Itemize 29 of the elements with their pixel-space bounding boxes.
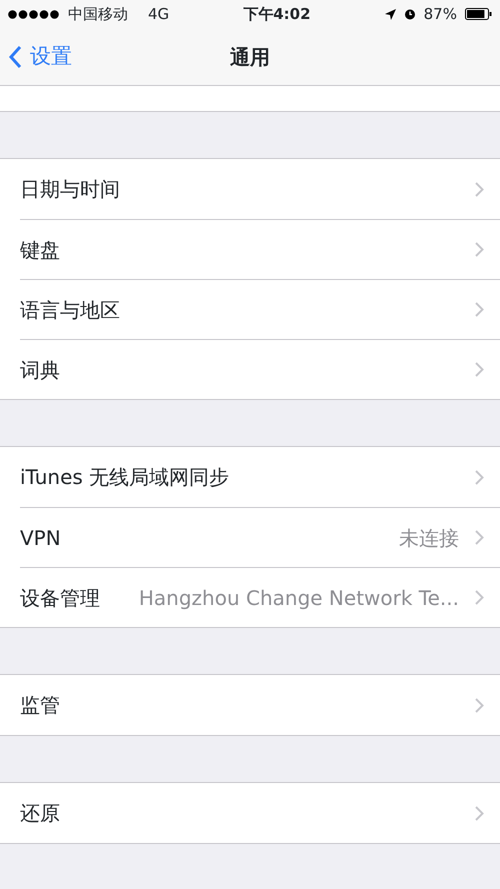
settings-row[interactable]: 监管 [0, 675, 500, 735]
status-time: 下午4:02 [243, 4, 311, 25]
settings-row[interactable]: 还原 [0, 783, 500, 843]
page-title: 通用 [230, 44, 270, 70]
settings-row[interactable]: 词典 [0, 339, 500, 399]
settings-row[interactable]: 键盘 [0, 219, 500, 279]
chevron-icon [475, 242, 484, 257]
settings-row[interactable]: 设备管理 Hangzhou Change Network Te... [0, 567, 500, 627]
back-chevron-icon [8, 44, 22, 68]
settings-row[interactable]: 日期与时间 [0, 159, 500, 219]
chevron-icon [475, 470, 484, 484]
settings-row[interactable]: iTunes 无线局域网同步 [0, 447, 500, 507]
battery-percent: 87% [424, 4, 457, 25]
chevron-icon [475, 362, 484, 377]
chevron-icon [475, 590, 484, 605]
alarm-icon [404, 8, 416, 20]
chevron-icon [475, 806, 484, 820]
signal-icon [8, 10, 60, 18]
location-icon [384, 8, 396, 20]
settings-row[interactable]: 语言与地区 [0, 279, 500, 339]
chevron-icon [475, 182, 484, 196]
settings-row[interactable]: VPN 未连接 [0, 507, 500, 567]
network-type: 4G [148, 4, 170, 25]
battery-icon [464, 8, 492, 20]
back-button[interactable]: 设置 [8, 40, 72, 72]
chevron-icon [475, 302, 484, 317]
carrier-name: 中国移动 [68, 4, 128, 25]
chevron-icon [475, 698, 484, 712]
chevron-icon [475, 530, 484, 545]
